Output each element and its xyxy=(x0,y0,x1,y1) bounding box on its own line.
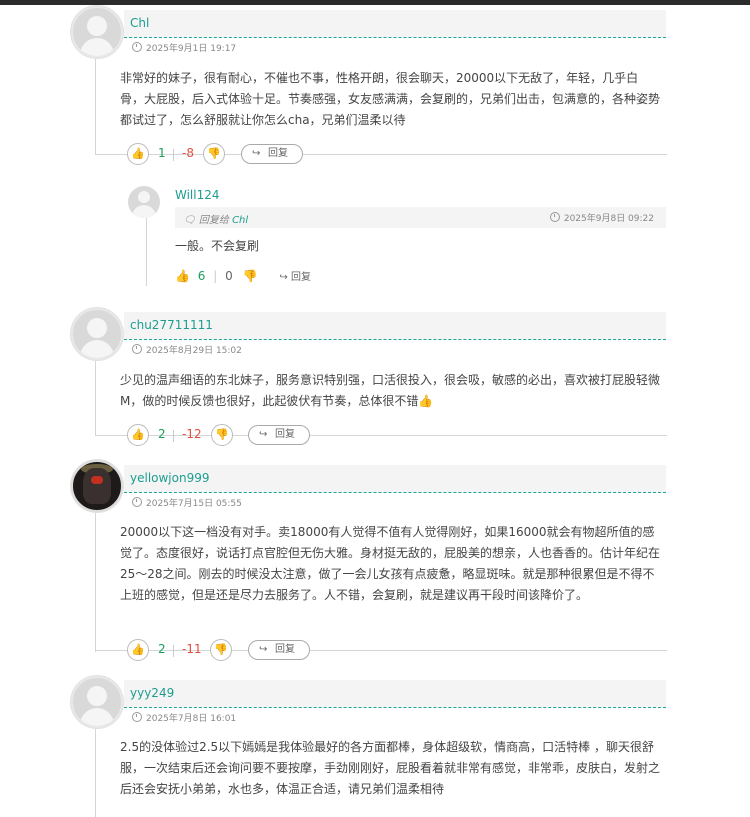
dislike-button[interactable]: 👎 xyxy=(210,639,232,661)
avatar[interactable] xyxy=(71,460,123,512)
username[interactable]: chu27711111 xyxy=(130,318,213,332)
like-count: 2 xyxy=(158,642,166,656)
reply-actions: 👍 6 | 0 👎 ↪ 回复 xyxy=(175,268,311,283)
reply-avatar[interactable] xyxy=(128,186,160,218)
comment-time: 2025年9月1日 19:17 xyxy=(132,41,236,54)
action-divider xyxy=(95,435,667,436)
clock-icon xyxy=(132,42,142,52)
thumbs-up-icon: 👍 xyxy=(131,147,145,160)
timestamp: 2025年9月1日 19:17 xyxy=(146,44,237,54)
dislike-button[interactable]: 👎 xyxy=(243,269,258,283)
like-button[interactable]: 👍 xyxy=(127,639,149,661)
divider xyxy=(173,645,174,657)
reply-arrow-icon: ↪ xyxy=(252,148,261,159)
thumbs-down-icon: 👎 xyxy=(215,428,229,441)
clock-icon xyxy=(132,497,142,507)
reply-thread-line xyxy=(146,218,147,286)
comment-time: 2025年8月29日 15:02 xyxy=(132,343,242,356)
thumbs-up-icon: 👍 xyxy=(175,269,190,283)
thumbs-down-icon: 👎 xyxy=(214,643,228,656)
username[interactable]: Chl xyxy=(130,16,149,30)
timestamp: 2025年8月29日 15:02 xyxy=(146,346,242,356)
divider: | xyxy=(213,269,218,283)
comment-text: 少见的温声细语的东北妹子，服务意识特别强，口活很投入，很会吸，敏感的必出，喜欢被… xyxy=(120,373,661,408)
thumbs-down-icon: 👎 xyxy=(207,147,221,160)
reply-label: 回复 xyxy=(275,429,295,440)
thumbs-up-icon: 👍 xyxy=(131,643,145,656)
dislike-count: -11 xyxy=(182,642,202,656)
reply-button[interactable]: ↪ 回复 xyxy=(248,640,310,660)
reply-label: 回复 xyxy=(268,148,288,159)
dislike-count: -12 xyxy=(182,427,202,441)
reply-arrow-icon: ↪ xyxy=(279,272,288,283)
reply-to: 🗨 回复给 Chl xyxy=(183,211,248,226)
comment-header: yellowjon999 xyxy=(124,465,666,493)
reply-username[interactable]: Will124 xyxy=(175,188,220,202)
reply-to-name[interactable]: Chl xyxy=(232,215,248,226)
comment-header: Chl xyxy=(124,10,666,38)
clock-icon xyxy=(132,712,142,722)
avatar[interactable] xyxy=(71,6,123,58)
comment-text: 非常好的妹子，很有耐心，不催也不事，性格开朗，很会聊天，20000以下无敌了，年… xyxy=(120,71,661,127)
reply-label: 回复 xyxy=(275,644,295,655)
like-button[interactable]: 👍 xyxy=(127,424,149,446)
thread-line xyxy=(95,358,96,436)
comment-text: 2.5的没体验过2.5以下嫣嫣是我体验最好的各方面都棒，身体超级软，情商高，口活… xyxy=(120,740,661,796)
reply-time: 2025年9月8日 09:22 xyxy=(549,211,654,224)
action-divider xyxy=(95,154,667,155)
comment-time: 2025年7月15日 05:55 xyxy=(132,496,242,509)
comment-text: 20000以下这一档没有对手。卖18000有人觉得不值有人觉得刚好，如果1600… xyxy=(120,525,661,602)
dislike-button[interactable]: 👎 xyxy=(211,424,233,446)
reply-arrow-icon: ↪ xyxy=(259,644,268,655)
comment-header: yyy249 xyxy=(124,680,666,708)
comment-header: chu27711111 xyxy=(124,312,666,340)
username[interactable]: yellowjon999 xyxy=(130,471,210,485)
thumbs-down-icon: 👎 xyxy=(242,269,258,283)
dislike-count: 0 xyxy=(225,269,233,283)
top-bar xyxy=(0,0,750,5)
reply-button[interactable]: ↪ 回复 xyxy=(279,272,311,283)
thread-line xyxy=(95,55,96,155)
comment-time: 2025年7月8日 16:01 xyxy=(132,711,236,724)
action-divider xyxy=(95,650,667,651)
like-count: 6 xyxy=(197,269,206,283)
avatar[interactable] xyxy=(71,308,123,360)
reply-text: 一般。不会复刷 xyxy=(175,239,260,253)
like-count: 1 xyxy=(158,146,166,160)
username[interactable]: yyy249 xyxy=(130,686,174,700)
reply-label: 回复 xyxy=(290,272,311,283)
reply-button[interactable]: ↪ 回复 xyxy=(241,144,303,164)
thread-line xyxy=(95,510,96,652)
dislike-count: -8 xyxy=(182,146,194,160)
divider xyxy=(173,149,174,161)
reply-prefix: 回复给 xyxy=(198,215,229,226)
avatar[interactable] xyxy=(71,676,123,728)
thread-line xyxy=(95,726,96,817)
divider xyxy=(173,430,174,442)
reply-to-bar: 🗨 回复给 Chl 2025年9月8日 09:22 xyxy=(175,207,666,228)
clock-icon xyxy=(549,212,560,222)
reply-arrow-icon: ↪ xyxy=(259,429,268,440)
reply-button[interactable]: ↪ 回复 xyxy=(248,425,310,445)
like-button[interactable]: 👍 xyxy=(127,143,149,165)
clock-icon xyxy=(132,344,142,354)
timestamp: 2025年7月15日 05:55 xyxy=(146,499,242,509)
thumbs-up-icon: 👍 xyxy=(131,428,145,441)
dislike-button[interactable]: 👎 xyxy=(203,143,225,165)
like-count: 2 xyxy=(158,427,166,441)
like-button[interactable]: 👍 xyxy=(175,269,190,283)
quote-icon: 🗨 xyxy=(183,215,196,226)
timestamp: 2025年9月8日 09:22 xyxy=(563,214,654,224)
timestamp: 2025年7月8日 16:01 xyxy=(146,714,237,724)
